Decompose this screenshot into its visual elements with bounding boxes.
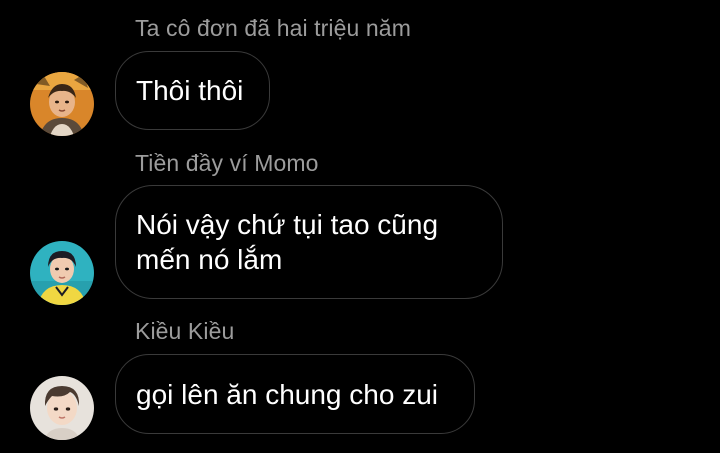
message-text: Thôi thôi bbox=[136, 75, 244, 106]
message-bubble[interactable]: Nói vậy chứ tụi tao cũng mến nó lắm bbox=[115, 185, 503, 299]
sender-name: Ta cô đơn đã hai triệu năm bbox=[135, 15, 411, 41]
avatar-photo-light bbox=[30, 376, 94, 440]
sender-name: Tiền đầy ví Momo bbox=[135, 150, 319, 176]
message-text: gọi lên ăn chung cho zui bbox=[136, 378, 438, 410]
avatar[interactable] bbox=[30, 376, 94, 440]
avatar-photo-teal bbox=[30, 241, 94, 305]
message-bubble[interactable]: Thôi thôi bbox=[115, 51, 270, 130]
avatar-photo-orange bbox=[30, 72, 94, 136]
avatar[interactable] bbox=[30, 72, 94, 136]
sender-name: Kiều Kiều bbox=[135, 318, 235, 344]
message-text: Nói vậy chứ tụi tao cũng mến nó lắm bbox=[136, 209, 439, 275]
message-bubble[interactable]: gọi lên ăn chung cho zui bbox=[115, 354, 475, 434]
avatar[interactable] bbox=[30, 241, 94, 305]
